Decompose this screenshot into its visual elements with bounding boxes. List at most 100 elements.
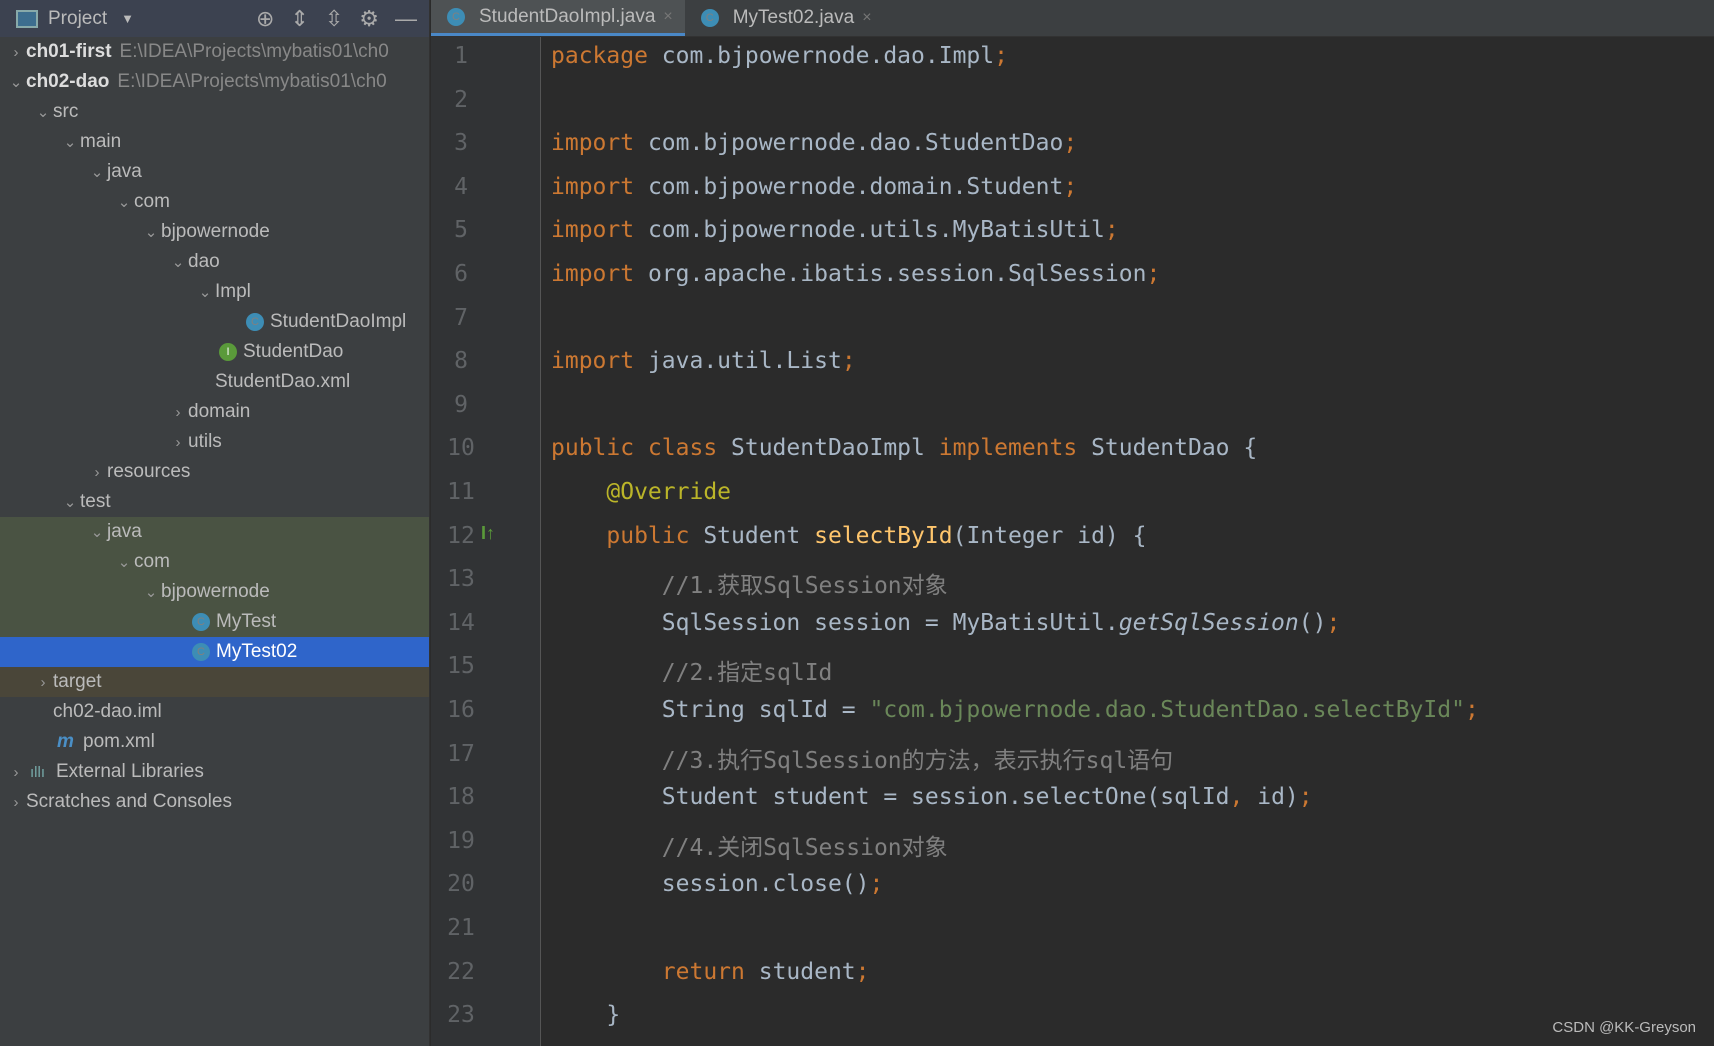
code-line[interactable]: //3.执行SqlSession的方法，表示执行sql语句 (551, 741, 1173, 775)
tree-item[interactable]: › ıllı External Libraries (0, 757, 429, 787)
code-line[interactable]: public class StudentDaoImpl implements S… (551, 435, 1257, 461)
close-icon[interactable]: × (663, 8, 672, 26)
chevron-down-icon[interactable]: ⌄ (87, 163, 107, 181)
code-line[interactable]: SqlSession session = MyBatisUtil.getSqlS… (551, 610, 1341, 636)
chevron-down-icon[interactable]: ⌄ (6, 73, 26, 91)
expand-all-icon[interactable]: ⇕ (290, 6, 308, 32)
tree-item-label: ch01-first (26, 41, 112, 62)
code-line[interactable]: return student; (551, 959, 870, 985)
tree-item-label: dao (188, 251, 220, 272)
tree-item[interactable]: ⌄ java (0, 517, 429, 547)
close-icon[interactable]: × (862, 9, 871, 27)
chevron-right-icon[interactable]: › (168, 404, 188, 421)
tree-item[interactable]: C MyTest (0, 607, 429, 637)
code-line[interactable]: import java.util.List; (551, 348, 856, 374)
tree-item[interactable]: ⌄ java (0, 157, 429, 187)
chevron-down-icon[interactable]: ⌄ (114, 193, 134, 211)
line-number: 7 (454, 304, 468, 331)
code-line[interactable]: String sqlId = "com.bjpowernode.dao.Stud… (551, 697, 1479, 723)
tree-item[interactable]: ⌄ com (0, 187, 429, 217)
chevron-down-icon[interactable]: ⌄ (87, 523, 107, 541)
chevron-right-icon[interactable]: › (6, 794, 26, 811)
tree-item-label: domain (188, 401, 251, 422)
chevron-right-icon[interactable]: › (168, 434, 188, 451)
line-number: 10 (447, 435, 475, 462)
code-line[interactable]: //4.关闭SqlSession对象 (551, 828, 948, 862)
tree-item[interactable]: I StudentDao (0, 337, 429, 367)
line-number: 6 (454, 261, 468, 287)
line-number: 3 (454, 130, 468, 157)
chevron-down-icon[interactable]: ⌄ (141, 223, 161, 241)
tree-item[interactable]: C MyTest02 (0, 637, 429, 667)
tab-studentdaoimpl-java[interactable]: C StudentDaoImpl.java × (431, 0, 685, 36)
code-line[interactable]: import com.bjpowernode.utils.MyBatisUtil… (551, 217, 1119, 243)
chevron-right-icon[interactable]: › (87, 464, 107, 481)
code-line[interactable]: @Override (551, 479, 731, 505)
code-token: ; (1063, 173, 1078, 200)
tree-item[interactable]: ⌄ src (0, 97, 429, 127)
chevron-down-icon[interactable]: ⌄ (33, 103, 53, 121)
tree-item[interactable]: ⌄ bjpowernode (0, 217, 429, 247)
code-line[interactable]: session.close(); (551, 871, 884, 897)
hide-icon[interactable]: — (395, 6, 417, 32)
chevron-right-icon[interactable]: › (6, 764, 26, 781)
chevron-down-icon[interactable]: ⌄ (195, 283, 215, 301)
line-number: 2 (454, 86, 468, 113)
tree-item[interactable]: ⌄ com (0, 547, 429, 577)
code-line[interactable]: //1.获取SqlSession对象 (551, 566, 948, 600)
chevron-down-icon[interactable]: ⌄ (60, 133, 80, 151)
code-token: ; (1146, 261, 1161, 287)
chevron-right-icon[interactable]: › (33, 674, 53, 691)
tree-item[interactable]: ⌄ dao (0, 247, 429, 277)
tree-item-label: bjpowernode (161, 221, 270, 242)
tab-mytest02-java[interactable]: C MyTest02.java × (685, 0, 884, 36)
line-number: 13 (447, 566, 475, 593)
code-token: package (551, 43, 662, 69)
implements-marker-icon[interactable]: I↑ (481, 523, 495, 544)
chevron-down-icon[interactable]: ⌄ (141, 583, 161, 601)
code-line[interactable]: package com.bjpowernode.dao.Impl; (551, 43, 1008, 69)
collapse-all-icon[interactable]: ⇳ (325, 6, 343, 32)
tree-item[interactable]: › target (0, 667, 429, 697)
chevron-down-icon[interactable]: ⌄ (114, 553, 134, 571)
tree-item[interactable]: StudentDao.xml (0, 367, 429, 397)
chevron-down-icon[interactable]: ⌄ (60, 493, 80, 511)
dropdown-icon[interactable]: ▼ (121, 11, 134, 26)
code-line[interactable]: import org.apache.ibatis.session.SqlSess… (551, 261, 1160, 287)
tree-item[interactable]: C StudentDaoImpl (0, 307, 429, 337)
tree-item[interactable]: › utils (0, 427, 429, 457)
code-line[interactable]: import com.bjpowernode.dao.StudentDao; (551, 130, 1077, 156)
code-line[interactable]: import com.bjpowernode.domain.Student; (551, 174, 1077, 200)
tree-item[interactable]: › domain (0, 397, 429, 427)
tree-item[interactable]: ⌄ test (0, 487, 429, 517)
tree-item[interactable]: › resources (0, 457, 429, 487)
code-line[interactable]: Student student = session.selectOne(sqlI… (551, 784, 1313, 810)
code-line[interactable]: //2.指定sqlId (551, 653, 833, 687)
tree-item-label: MyTest02 (216, 641, 298, 662)
gear-icon[interactable]: ⚙ (359, 6, 379, 32)
tree-item[interactable]: ⌄ main (0, 127, 429, 157)
tree-item[interactable]: m pom.xml (0, 727, 429, 757)
tree-item[interactable]: ⌄ Impl (0, 277, 429, 307)
watermark: CSDN @KK-Greyson (1552, 1019, 1696, 1036)
tree-item[interactable]: ⌄ ch02-dao E:\IDEA\Projects\mybatis01\ch0 (0, 67, 429, 97)
chevron-down-icon[interactable]: ⌄ (168, 253, 188, 271)
tree-item[interactable]: › ch01-first E:\IDEA\Projects\mybatis01\ch… (0, 37, 429, 67)
tree-item[interactable]: ⌄ bjpowernode (0, 577, 429, 607)
tree-item[interactable]: › Scratches and Consoles (0, 787, 429, 817)
code-token: import (551, 130, 648, 157)
code-token: ; (1298, 784, 1313, 811)
line-number: 20 (447, 871, 475, 898)
chevron-right-icon[interactable]: › (6, 44, 26, 61)
locate-icon[interactable]: ⊕ (256, 6, 274, 32)
code-line[interactable]: } (551, 1002, 620, 1028)
tree-item[interactable]: ch02-dao.iml (0, 697, 429, 727)
class-icon: C (192, 613, 210, 631)
line-number: 18 (447, 784, 475, 811)
code-editor[interactable]: 1 2 3 4 5 6 7 8 9 10 11 12 13 14 15 16 17 18 19 20 21 22 23 I↑ … (431, 37, 1714, 1046)
project-icon (16, 9, 38, 28)
code-token: ; (1104, 217, 1119, 244)
project-title[interactable]: Project (48, 8, 107, 30)
code-line[interactable]: public Student selectById(Integer id) { (551, 523, 1146, 549)
